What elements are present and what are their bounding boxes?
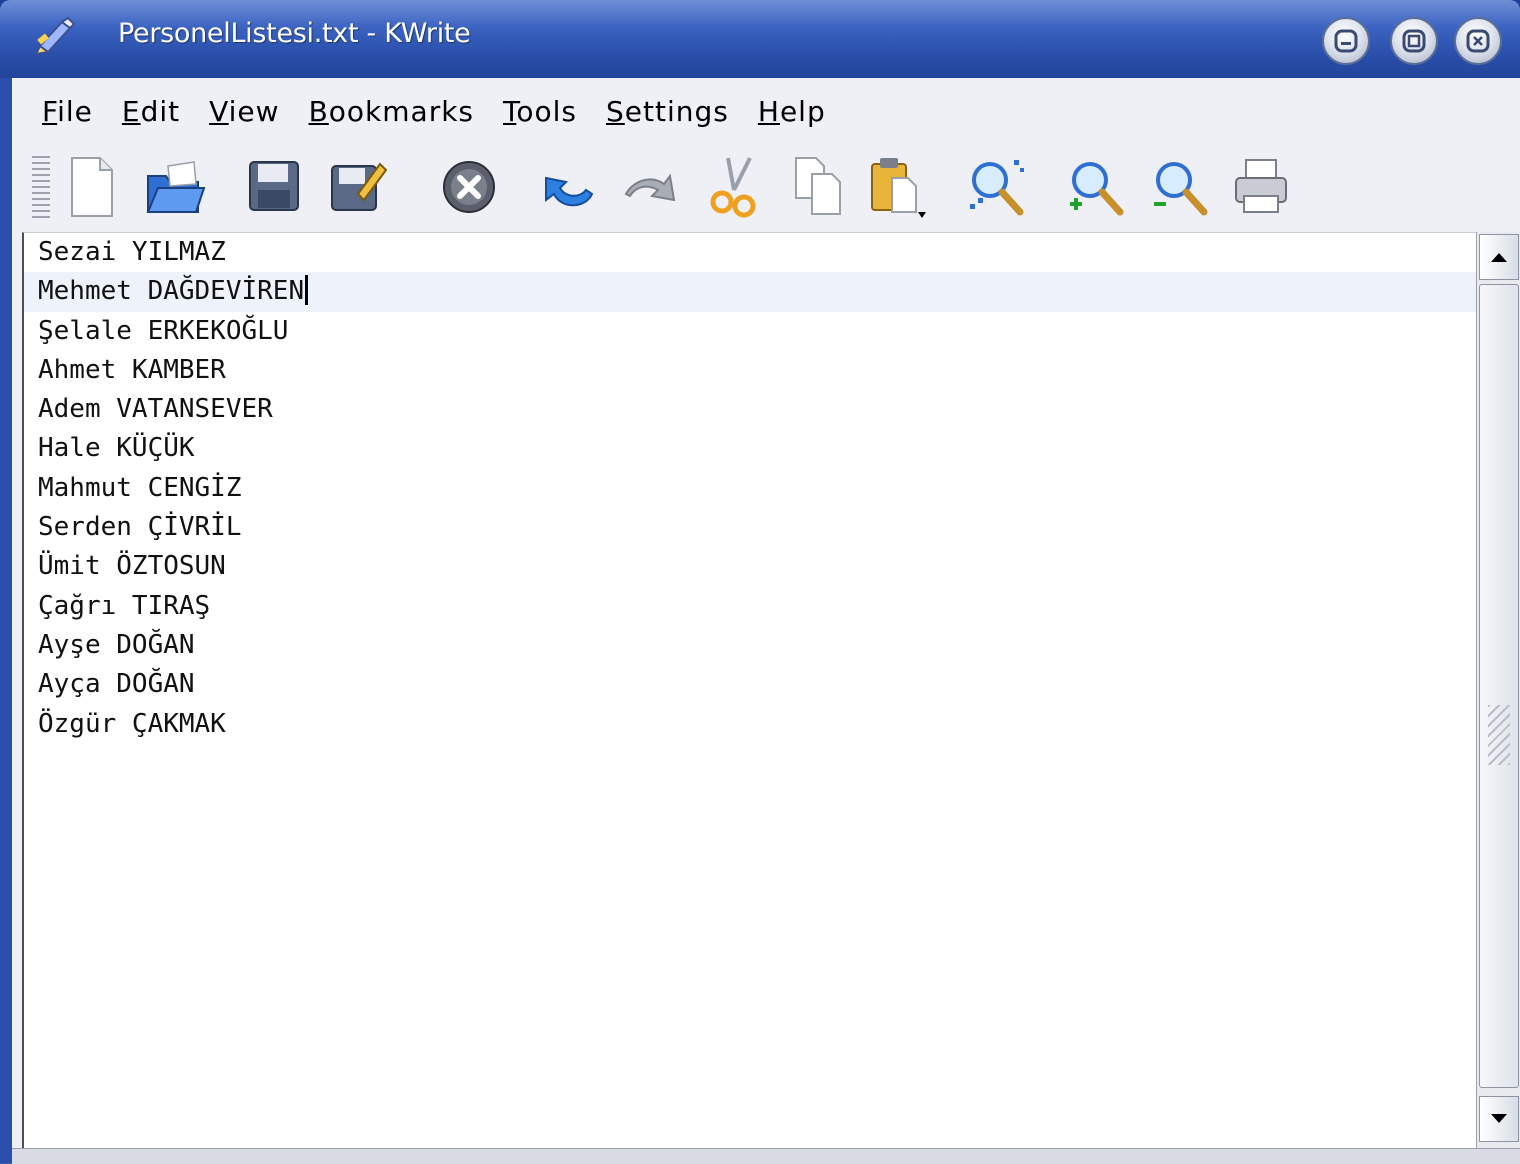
- cut-button[interactable]: [702, 150, 768, 224]
- menu-settings-label: ettings: [624, 94, 729, 128]
- menu-tools-mnemonic: T: [503, 94, 517, 128]
- save-as-button[interactable]: [324, 150, 390, 224]
- maximize-icon: [1402, 29, 1426, 53]
- menu-help-mnemonic: H: [757, 94, 780, 128]
- menu-edit[interactable]: Edit: [122, 95, 180, 128]
- text-line[interactable]: Mahmut CENGİZ: [24, 469, 1477, 508]
- find-button[interactable]: [964, 150, 1030, 224]
- menu-view-mnemonic: V: [209, 94, 229, 128]
- save-as-icon: [331, 162, 388, 211]
- open-file-button[interactable]: [142, 150, 208, 224]
- maximize-button[interactable]: [1390, 17, 1438, 65]
- text-line[interactable]: Özgür ÇAKMAK: [24, 705, 1477, 744]
- menu-bar: File Edit View Bookmarks Tools Settings …: [12, 80, 1520, 142]
- close-document-button[interactable]: [436, 150, 502, 224]
- text-line-content: Mehmet DAĞDEVİREN: [38, 276, 305, 307]
- text-editor-area[interactable]: Sezai YILMAZ Mehmet DAĞDEVİREN Şelale ERKE…: [22, 232, 1477, 1149]
- text-line-content: Serden ÇİVRİL: [38, 512, 242, 543]
- save-button[interactable]: [240, 150, 306, 224]
- menu-view[interactable]: View: [209, 95, 279, 128]
- minimize-button[interactable]: [1322, 17, 1370, 65]
- zoom-in-icon: [1070, 162, 1124, 216]
- print-button[interactable]: [1228, 150, 1294, 224]
- new-document-button[interactable]: [58, 150, 124, 224]
- copy-button[interactable]: [786, 150, 852, 224]
- scroll-thumb-grip: [1488, 705, 1510, 765]
- open-folder-icon: [146, 161, 206, 213]
- text-line[interactable]: Ayça DOĞAN: [24, 665, 1477, 704]
- menu-help-label: elp: [779, 94, 826, 128]
- new-document-icon: [71, 157, 113, 217]
- text-line-content: Şelale ERKEKOĞLU: [38, 315, 289, 346]
- arrow-up-icon: [1491, 253, 1507, 262]
- arrow-down-icon: [1491, 1114, 1507, 1123]
- close-window-button[interactable]: [1454, 17, 1502, 65]
- cut-icon: [710, 157, 756, 218]
- scroll-down-button[interactable]: [1479, 1096, 1519, 1142]
- undo-button[interactable]: [534, 150, 600, 224]
- text-line[interactable]: Serden ÇİVRİL: [24, 508, 1477, 547]
- text-line[interactable]: Sezai YILMAZ: [24, 233, 1477, 272]
- menu-bookmarks-label: ookmarks: [328, 94, 475, 128]
- menu-file-mnemonic: F: [42, 94, 58, 128]
- text-line-content: Ayşe DOĞAN: [38, 629, 195, 660]
- zoom-in-button[interactable]: [1062, 150, 1128, 224]
- menu-help[interactable]: Help: [758, 95, 826, 128]
- menu-bookmarks-mnemonic: B: [308, 94, 329, 128]
- main-toolbar: [12, 144, 1520, 232]
- print-icon: [1235, 159, 1287, 213]
- menu-tools-label: ools: [516, 94, 578, 128]
- redo-icon: [624, 173, 676, 202]
- scroll-up-button[interactable]: [1479, 234, 1519, 280]
- menu-edit-mnemonic: E: [121, 94, 141, 128]
- menu-settings-mnemonic: S: [606, 94, 625, 128]
- text-line[interactable]: Ahmet KAMBER: [24, 351, 1477, 390]
- text-line-content: Çağrı TIRAŞ: [38, 590, 211, 621]
- undo-icon: [545, 176, 594, 207]
- menu-edit-label: dit: [140, 94, 181, 128]
- vertical-scrollbar[interactable]: [1476, 232, 1520, 1148]
- text-line-content: Ahmet KAMBER: [38, 354, 226, 385]
- window-left-border: [0, 78, 12, 1163]
- title-bar[interactable]: PersonelListesi.txt - KWrite: [0, 0, 1520, 78]
- text-line[interactable]: Adem VATANSEVER: [24, 390, 1477, 429]
- menu-file-label: ile: [57, 94, 93, 128]
- text-line[interactable]: Ümit ÖZTOSUN: [24, 547, 1477, 586]
- text-line[interactable]: Hale KÜÇÜK: [24, 429, 1477, 468]
- text-line-content: Sezai YILMAZ: [38, 237, 226, 267]
- text-line[interactable]: Çağrı TIRAŞ: [24, 587, 1477, 626]
- text-line[interactable]: Ayşe DOĞAN: [24, 626, 1477, 665]
- toolbar-grip-handle[interactable]: [32, 156, 50, 218]
- close-icon: [1466, 29, 1490, 53]
- text-cursor: [305, 274, 309, 305]
- find-icon: [970, 160, 1024, 216]
- text-line[interactable]: Mehmet DAĞDEVİREN: [24, 272, 1477, 312]
- close-document-icon: [443, 161, 495, 213]
- text-line-content: Ümit ÖZTOSUN: [38, 551, 226, 582]
- zoom-out-button[interactable]: [1146, 150, 1212, 224]
- text-line-content: Mahmut CENGİZ: [38, 472, 242, 503]
- text-line-content: Ayça DOĞAN: [38, 669, 195, 700]
- scrollbar-thumb[interactable]: [1479, 284, 1519, 1088]
- paste-icon: [871, 158, 926, 218]
- zoom-out-icon: [1154, 162, 1208, 216]
- copy-icon: [795, 157, 841, 215]
- horizontal-scrollbar[interactable]: [12, 1148, 1520, 1164]
- text-line-content: Özgür ÇAKMAK: [38, 708, 226, 739]
- save-icon: [249, 161, 299, 211]
- app-window: PersonelListesi.txt - KWrite File Edit V…: [0, 0, 1520, 1164]
- redo-button[interactable]: [618, 150, 684, 224]
- menu-settings[interactable]: Settings: [606, 95, 729, 128]
- menu-file[interactable]: File: [42, 95, 93, 128]
- menu-tools[interactable]: Tools: [503, 95, 577, 128]
- kwrite-app-icon[interactable]: [34, 16, 78, 56]
- menu-view-label: iew: [228, 94, 280, 128]
- text-line-content: Adem VATANSEVER: [38, 394, 273, 425]
- minimize-icon: [1334, 29, 1358, 53]
- text-line[interactable]: Şelale ERKEKOĞLU: [24, 312, 1477, 351]
- paste-button[interactable]: [864, 150, 930, 224]
- text-line-content: Hale KÜÇÜK: [38, 433, 195, 464]
- menu-bookmarks[interactable]: Bookmarks: [309, 95, 474, 128]
- window-title: PersonelListesi.txt - KWrite: [118, 18, 471, 49]
